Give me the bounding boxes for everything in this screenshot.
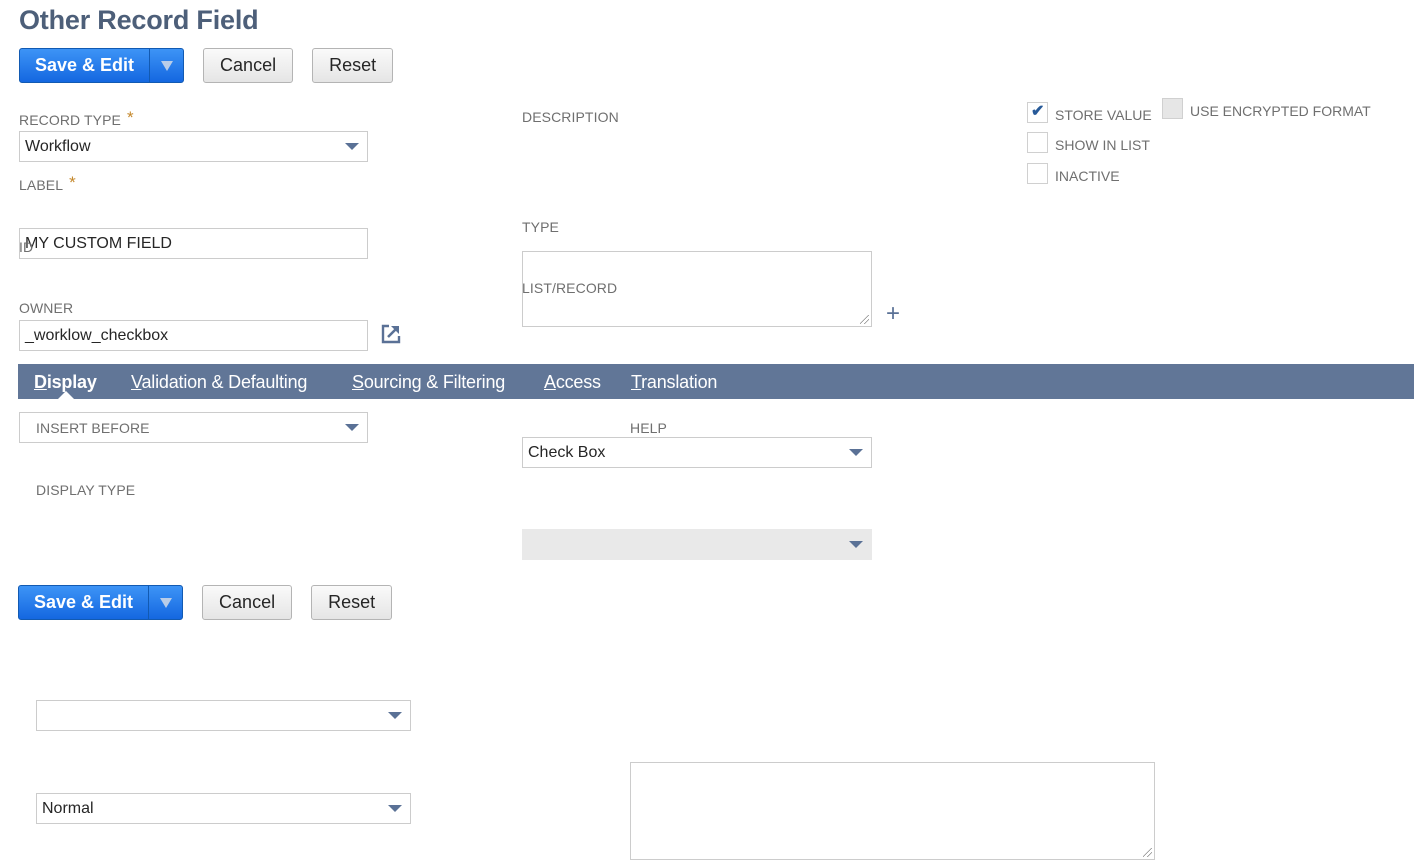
- tab-access-accesskey: A: [544, 372, 556, 392]
- caret-down-icon: [345, 424, 359, 431]
- save-edit-button[interactable]: Save & Edit: [20, 49, 151, 82]
- caret-down-icon: [159, 597, 172, 608]
- tab-access[interactable]: Access: [544, 364, 601, 400]
- add-list-record-plus-icon[interactable]: +: [886, 302, 900, 326]
- store-value-checkbox[interactable]: ✔: [1027, 102, 1048, 123]
- reset-button-bottom[interactable]: Reset: [311, 585, 393, 620]
- type-select[interactable]: Check Box: [522, 437, 872, 468]
- tab-validation-defaulting[interactable]: Validation & Defaulting: [131, 364, 307, 400]
- save-edit-split-button: Save & Edit: [19, 48, 185, 83]
- save-options-dropdown-button-bottom[interactable]: [149, 586, 182, 619]
- tab-sourcing-accesskey: S: [352, 372, 364, 392]
- show-in-list-checkbox-row: Show in List: [1027, 132, 1150, 153]
- display-type-label: Display Type: [36, 482, 136, 498]
- insert-before-label: Insert Before: [36, 420, 150, 436]
- tab-translation-accesskey: T: [631, 372, 642, 392]
- show-in-list-checkbox[interactable]: [1027, 132, 1048, 153]
- description-label: Description: [522, 109, 619, 125]
- active-tab-pointer-icon: [58, 391, 74, 399]
- inactive-label: Inactive: [1055, 168, 1120, 184]
- id-input[interactable]: _worklow_checkbox: [19, 320, 368, 351]
- tab-display-label: isplay: [46, 372, 97, 392]
- save-edit-split-button-bottom: Save & Edit: [18, 585, 184, 620]
- record-type-label-row: Record Type *: [19, 108, 134, 130]
- owner-label: Owner: [19, 300, 74, 316]
- help-label: Help: [630, 420, 667, 436]
- tab-display-accesskey: D: [34, 372, 47, 392]
- inactive-checkbox-row: Inactive: [1027, 163, 1120, 184]
- reset-button[interactable]: Reset: [312, 48, 394, 83]
- save-edit-button-bottom[interactable]: Save & Edit: [19, 586, 150, 619]
- display-type-value: Normal: [42, 800, 94, 817]
- help-textarea[interactable]: [630, 762, 1155, 860]
- use-encrypted-format-checkbox-row: Use Encrypted Format: [1162, 98, 1371, 119]
- id-input-value: _worklow_checkbox: [25, 327, 169, 344]
- required-star-icon: *: [69, 173, 76, 192]
- page-title: Other Record Field: [19, 5, 259, 35]
- tab-translation[interactable]: Translation: [631, 364, 717, 400]
- type-value: Check Box: [528, 444, 606, 461]
- caret-down-icon: [160, 60, 173, 71]
- tab-access-label: ccess: [555, 372, 601, 392]
- cancel-button-bottom[interactable]: Cancel: [202, 585, 293, 620]
- label-input-value: MY CUSTOM FIELD: [25, 235, 172, 252]
- required-star-icon: *: [126, 108, 134, 127]
- record-type-select[interactable]: Workflow: [19, 131, 368, 162]
- tab-validation-label: alidation & Defaulting: [141, 372, 308, 392]
- label-field-label: Label: [19, 177, 64, 193]
- record-type-value: Workflow: [25, 138, 91, 155]
- label-input[interactable]: MY CUSTOM FIELD: [19, 228, 368, 259]
- top-toolbar: Save & Edit Cancel Reset: [19, 48, 394, 83]
- save-options-dropdown-button[interactable]: [150, 49, 183, 82]
- tab-sourcing-label: ourcing & Filtering: [363, 372, 506, 392]
- id-label: ID: [19, 239, 34, 255]
- list-record-label: List/Record: [522, 280, 618, 296]
- label-field-label-row: Label *: [19, 173, 76, 195]
- use-encrypted-format-label: Use Encrypted Format: [1190, 103, 1371, 119]
- store-value-checkbox-row: ✔ Store Value: [1027, 102, 1152, 123]
- caret-down-icon: [849, 449, 863, 456]
- inactive-checkbox[interactable]: [1027, 163, 1048, 184]
- type-label: Type: [522, 219, 559, 235]
- insert-before-select[interactable]: [36, 700, 411, 731]
- resize-handle-icon[interactable]: [1143, 848, 1152, 857]
- subtab-bar: Display Validation & Defaulting Sourcing…: [18, 364, 1414, 399]
- caret-down-icon: [345, 143, 359, 150]
- bottom-toolbar: Save & Edit Cancel Reset: [18, 585, 393, 620]
- caret-down-icon: [849, 541, 863, 548]
- store-value-label: Store Value: [1055, 107, 1152, 123]
- resize-handle-icon[interactable]: [860, 315, 869, 324]
- display-type-select[interactable]: Normal: [36, 793, 411, 824]
- checkmark-icon: ✔: [1031, 103, 1045, 120]
- show-in-list-label: Show in List: [1055, 137, 1150, 153]
- tab-sourcing-filtering[interactable]: Sourcing & Filtering: [352, 364, 505, 400]
- use-encrypted-format-checkbox[interactable]: [1162, 98, 1183, 119]
- caret-down-icon: [388, 712, 402, 719]
- list-record-select[interactable]: [522, 529, 872, 560]
- tab-translation-label: ranslation: [641, 372, 718, 392]
- cancel-button[interactable]: Cancel: [203, 48, 294, 83]
- tab-validation-accesskey: V: [131, 372, 142, 392]
- record-type-label: Record Type: [19, 112, 121, 128]
- open-link-icon[interactable]: [380, 323, 402, 345]
- caret-down-icon: [388, 805, 402, 812]
